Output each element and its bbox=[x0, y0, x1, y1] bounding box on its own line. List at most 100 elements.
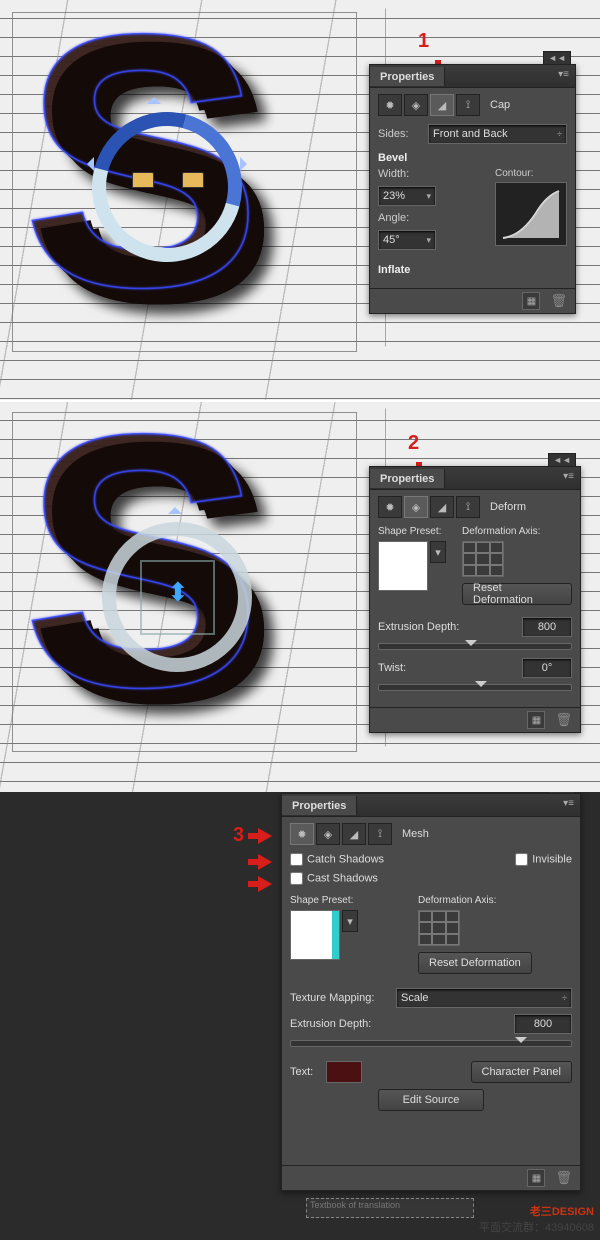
extrusion-input[interactable]: 800 bbox=[522, 617, 572, 637]
catch-shadows-checkbox[interactable]: Catch Shadows bbox=[290, 853, 384, 866]
panel-menu-icon[interactable]: ▾≡ bbox=[558, 69, 569, 80]
character-panel-button[interactable]: Character Panel bbox=[471, 1061, 573, 1083]
deform-axis-grid[interactable] bbox=[418, 910, 460, 946]
mode-label: Cap bbox=[490, 99, 510, 111]
extrude-arrow-icon[interactable]: ⬍ bbox=[167, 577, 189, 608]
deform-mode-icon[interactable]: ◈ bbox=[316, 823, 340, 845]
cap-gizmo[interactable] bbox=[92, 112, 242, 262]
mode-label: Deform bbox=[490, 501, 526, 513]
slider-knob-icon[interactable] bbox=[465, 640, 477, 652]
panel-menu-icon[interactable]: ▾≡ bbox=[563, 471, 574, 482]
deform-mode-icon[interactable]: ◈ bbox=[404, 94, 428, 116]
properties-tab[interactable]: Properties bbox=[370, 469, 445, 488]
trash-icon[interactable]: 🗑 bbox=[555, 712, 572, 728]
properties-tab[interactable]: Properties bbox=[370, 67, 445, 86]
callout-arrow-icon bbox=[258, 828, 280, 844]
bevel-handle-icon[interactable] bbox=[182, 172, 204, 188]
invisible-checkbox[interactable]: Invisible bbox=[515, 853, 572, 866]
collapse-button[interactable]: ◄◄ bbox=[548, 453, 576, 467]
mesh-mode-icon[interactable]: ✹ bbox=[378, 94, 402, 116]
panel-menu-icon[interactable]: ▾≡ bbox=[563, 798, 574, 809]
properties-tab[interactable]: Properties bbox=[282, 796, 357, 815]
mode-row: ✹ ◈ ◢ ⟟ Mesh bbox=[290, 823, 572, 845]
panel-tabbar: Properties ▾≡ bbox=[370, 467, 580, 490]
render-settings-icon[interactable]: ▦ bbox=[527, 711, 545, 729]
extrusion-value: 800 bbox=[534, 1018, 552, 1030]
sides-label: Sides: bbox=[378, 128, 422, 140]
handle-left-icon[interactable] bbox=[80, 157, 94, 171]
preset-dropdown-icon[interactable]: ▾ bbox=[430, 541, 446, 563]
cast-shadows-checkbox[interactable]: Cast Shadows bbox=[290, 872, 378, 885]
text-color-swatch[interactable] bbox=[326, 1061, 362, 1083]
properties-panel: ◄◄ Properties ▾≡ ✹ ◈ ◢ ⟟ Cap Sides: Fron… bbox=[369, 64, 576, 314]
texture-mapping-select[interactable]: Scale ÷ bbox=[396, 988, 572, 1008]
shape-preset-thumb[interactable] bbox=[290, 910, 340, 960]
trash-icon[interactable]: 🗑 bbox=[555, 1170, 572, 1186]
contour-curve-icon bbox=[501, 188, 561, 240]
coords-mode-icon[interactable]: ⟟ bbox=[456, 94, 480, 116]
extrusion-slider[interactable] bbox=[290, 1040, 572, 1047]
collapse-button[interactable]: ◄◄ bbox=[543, 51, 571, 65]
render-settings-icon[interactable]: ▦ bbox=[522, 292, 540, 310]
3d-viewport[interactable]: S S bbox=[12, 12, 357, 352]
shape-preset-thumb[interactable] bbox=[378, 541, 428, 591]
trash-icon[interactable]: 🗑 bbox=[550, 293, 567, 309]
step-number: 1 bbox=[418, 30, 429, 53]
shape-preset-label: Shape Preset: bbox=[290, 895, 358, 906]
contour-label: Contour: bbox=[495, 168, 567, 179]
mesh-mode-icon[interactable]: ✹ bbox=[378, 496, 402, 518]
extrusion-slider[interactable] bbox=[378, 643, 572, 650]
mode-label: Mesh bbox=[402, 828, 429, 840]
step-number: 3 bbox=[233, 824, 244, 847]
coords-mode-icon[interactable]: ⟟ bbox=[368, 823, 392, 845]
width-input[interactable]: 23% ▾ bbox=[378, 186, 436, 206]
slider-knob-icon[interactable] bbox=[515, 1037, 527, 1049]
width-value: 23% bbox=[383, 190, 405, 202]
panel-tabbar: Properties ▾≡ bbox=[370, 65, 575, 88]
reset-deformation-button[interactable]: Reset Deformation bbox=[462, 583, 572, 605]
chevron-down-icon: ÷ bbox=[562, 993, 567, 1003]
cap-mode-icon[interactable]: ◢ bbox=[342, 823, 366, 845]
twist-input[interactable]: 0° bbox=[522, 658, 572, 678]
coords-mode-icon[interactable]: ⟟ bbox=[456, 496, 480, 518]
twist-label: Twist: bbox=[378, 662, 516, 674]
inflate-heading: Inflate bbox=[378, 264, 567, 276]
angle-label: Angle: bbox=[378, 212, 422, 224]
extrusion-input[interactable]: 800 bbox=[514, 1014, 572, 1034]
reset-deformation-button[interactable]: Reset Deformation bbox=[418, 952, 532, 974]
cast-shadows-label: Cast Shadows bbox=[307, 872, 378, 884]
deform-mode-icon[interactable]: ◈ bbox=[404, 496, 428, 518]
angle-input[interactable]: 45° ▾ bbox=[378, 230, 436, 250]
rotation-ring-icon[interactable] bbox=[65, 85, 270, 290]
handle-top-icon[interactable] bbox=[147, 90, 161, 104]
text-label: Text: bbox=[290, 1066, 320, 1078]
tutorial-step-2: S S ⬍ 2 ◄◄ Properties ▾≡ ✹ ◈ ◢ ⟟ Deform bbox=[0, 400, 600, 792]
chevron-down-icon: ▾ bbox=[426, 191, 431, 202]
cap-mode-icon[interactable]: ◢ bbox=[430, 94, 454, 116]
callout-arrow-icon bbox=[258, 876, 280, 892]
extrusion-value: 800 bbox=[538, 621, 556, 633]
watermark-group: 平面交流群：43940608 bbox=[479, 1222, 594, 1234]
slider-knob-icon[interactable] bbox=[475, 681, 487, 693]
texture-mapping-label: Texture Mapping: bbox=[290, 992, 390, 1004]
handle-top-icon[interactable] bbox=[168, 500, 182, 514]
twist-slider[interactable] bbox=[378, 684, 572, 691]
step-number: 2 bbox=[408, 432, 419, 455]
3d-viewport[interactable]: S S ⬍ bbox=[12, 412, 357, 752]
cap-mode-icon[interactable]: ◢ bbox=[430, 496, 454, 518]
invisible-label: Invisible bbox=[532, 853, 572, 865]
bevel-handle-icon[interactable] bbox=[132, 172, 154, 188]
contour-editor[interactable] bbox=[495, 182, 567, 246]
deform-gizmo[interactable]: ⬍ bbox=[102, 522, 252, 672]
watermark-brand: DESIGN bbox=[552, 1206, 594, 1218]
chevron-down-icon: ▾ bbox=[426, 235, 431, 246]
sides-select[interactable]: Front and Back ÷ bbox=[428, 124, 567, 144]
angle-value: 45° bbox=[383, 234, 400, 246]
edit-source-button[interactable]: Edit Source bbox=[378, 1089, 485, 1111]
render-settings-icon[interactable]: ▦ bbox=[527, 1169, 545, 1187]
handle-right-icon[interactable] bbox=[240, 157, 254, 171]
mesh-mode-icon[interactable]: ✹ bbox=[290, 823, 314, 845]
width-label: Width: bbox=[378, 168, 422, 180]
preset-dropdown-icon[interactable]: ▾ bbox=[342, 910, 358, 932]
deform-axis-grid[interactable] bbox=[462, 541, 504, 577]
